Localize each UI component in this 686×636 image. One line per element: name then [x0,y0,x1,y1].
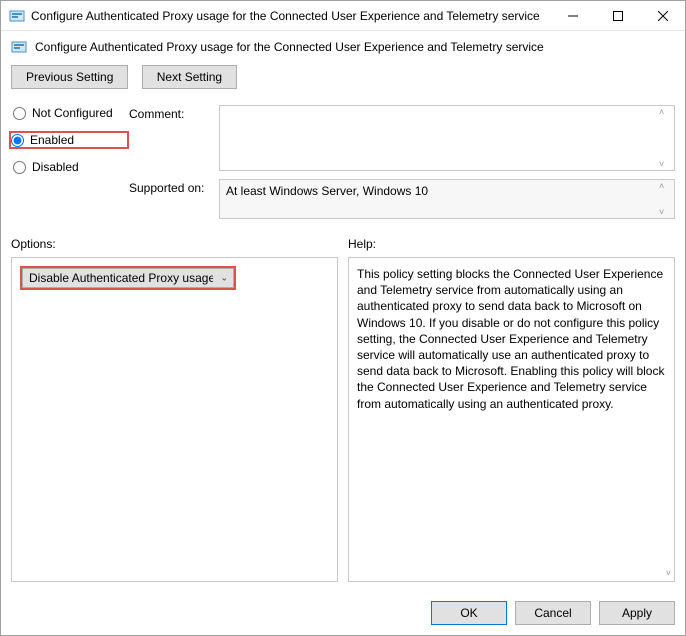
state-radios: Not Configured Enabled Disabled [11,105,129,227]
help-panel: This policy setting blocks the Connected… [348,257,675,582]
next-setting-button[interactable]: Next Setting [142,65,237,89]
options-panel: Disable Authenticated Proxy usage ⌄ [11,257,338,582]
radio-label: Enabled [30,133,74,147]
radio-enabled-input[interactable] [11,134,24,147]
radio-not-configured-input[interactable] [13,107,26,120]
minimize-button[interactable] [550,1,595,30]
comment-row: Comment: ˄˅ [129,105,675,171]
window-controls [550,1,685,30]
close-button[interactable] [640,1,685,30]
supported-field: At least Windows Server, Windows 10 [219,179,675,219]
comment-wrap: ˄˅ [219,105,675,171]
radio-enabled[interactable]: Enabled [9,131,129,149]
close-icon [658,11,668,21]
radio-label: Disabled [32,160,79,174]
minimize-icon [568,11,578,21]
footer: OK Cancel Apply [1,590,685,635]
supported-wrap: At least Windows Server, Windows 10 ˄˅ [219,179,675,219]
radio-label: Not Configured [32,106,113,120]
proxy-usage-dropdown[interactable]: Disable Authenticated Proxy usage [22,268,234,288]
dropdown-highlight: Disable Authenticated Proxy usage ⌄ [20,266,236,290]
fields-col: Comment: ˄˅ Supported on: At least Windo… [129,105,675,227]
radio-disabled-input[interactable] [13,161,26,174]
policy-icon [9,8,25,24]
maximize-icon [613,11,623,21]
subheader: Configure Authenticated Proxy usage for … [1,31,685,61]
previous-setting-button[interactable]: Previous Setting [11,65,128,89]
supported-row: Supported on: At least Windows Server, W… [129,179,675,219]
supported-label: Supported on: [129,179,219,219]
radio-not-configured[interactable]: Not Configured [11,105,129,121]
config-row: Not Configured Enabled Disabled Comment:… [1,97,685,231]
policy-editor-window: Configure Authenticated Proxy usage for … [0,0,686,636]
cancel-button[interactable]: Cancel [515,601,591,625]
comment-field[interactable] [219,105,675,171]
window-title: Configure Authenticated Proxy usage for … [31,9,550,23]
titlebar: Configure Authenticated Proxy usage for … [1,1,685,31]
apply-button[interactable]: Apply [599,601,675,625]
help-text: This policy setting blocks the Connected… [357,266,666,412]
subheader-title: Configure Authenticated Proxy usage for … [35,40,544,54]
options-column: Options: Disable Authenticated Proxy usa… [11,237,338,582]
options-label: Options: [11,237,338,251]
comment-label: Comment: [129,105,219,171]
maximize-button[interactable] [595,1,640,30]
radio-disabled[interactable]: Disabled [11,159,129,175]
help-column: Help: This policy setting blocks the Con… [348,237,675,582]
lower-panels: Options: Disable Authenticated Proxy usa… [1,231,685,590]
policy-icon [11,39,27,55]
ok-button[interactable]: OK [431,601,507,625]
chevron-down-icon: ˅ [666,568,671,578]
nav-row: Previous Setting Next Setting [1,61,685,97]
help-label: Help: [348,237,675,251]
